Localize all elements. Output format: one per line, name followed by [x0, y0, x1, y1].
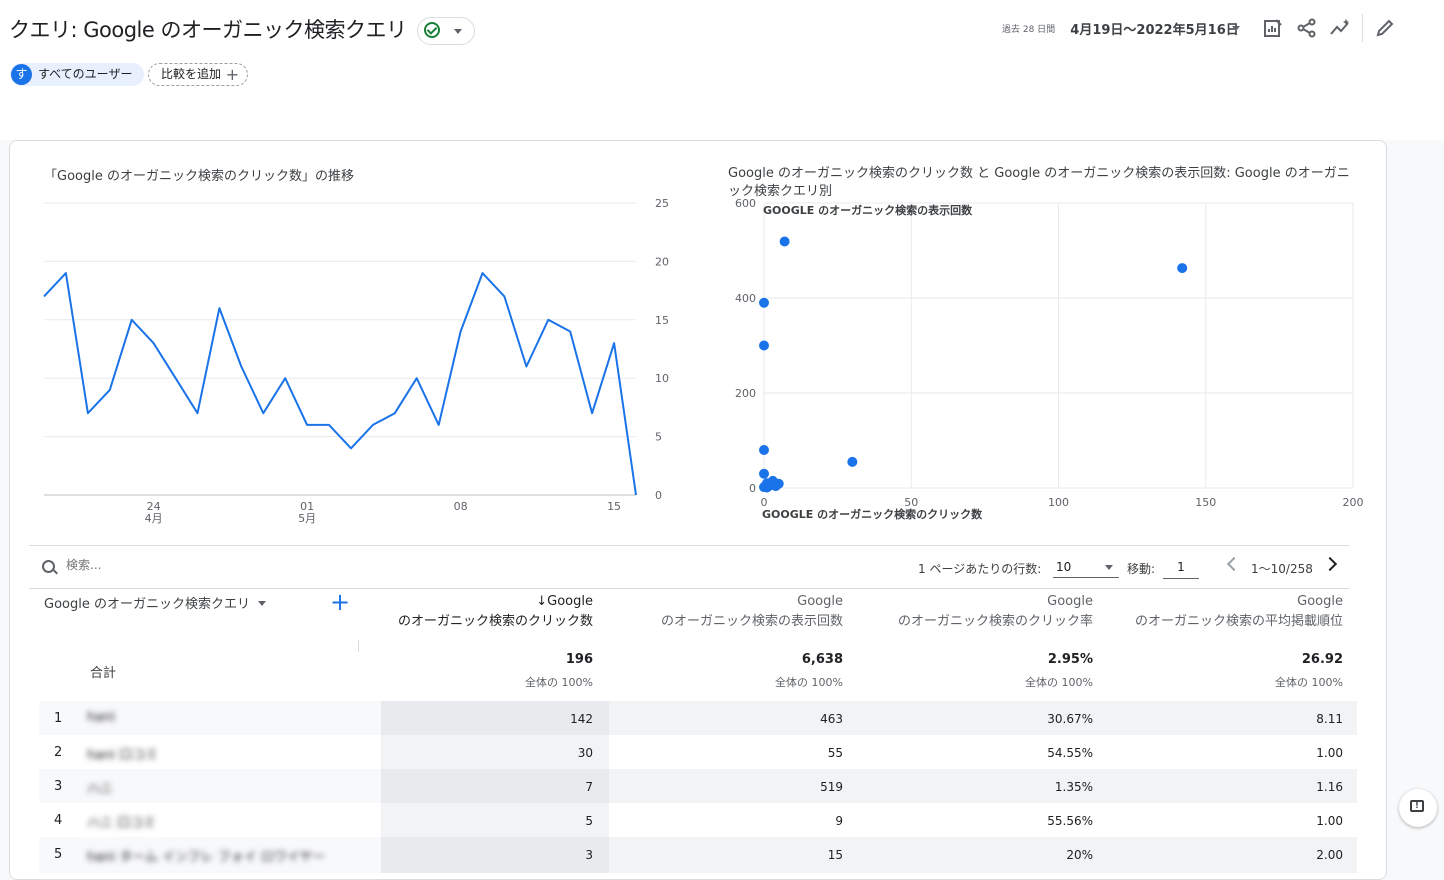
- row-position: 1.00: [1316, 814, 1343, 828]
- total-position-share: 全体の 100%: [1275, 676, 1343, 689]
- scatter-point: [759, 468, 769, 479]
- total-impressions: 6,638: [801, 652, 843, 667]
- feedback-icon: !: [1410, 800, 1424, 812]
- col-header-ctr-line1: Google: [1047, 594, 1093, 609]
- scatter-point: [779, 236, 790, 247]
- row-impressions: 463: [820, 712, 843, 726]
- x-tick-label: 150: [1195, 496, 1216, 509]
- row-position: 1.00: [1316, 746, 1343, 760]
- row-ctr: 30.67%: [1047, 712, 1093, 726]
- table-row[interactable]: 4 ハニ 口コミ 5 9 55.56% 1.00: [39, 803, 1357, 837]
- col-header-position-line2: のオーガニック検索の平均掲載順位: [1134, 614, 1343, 629]
- col-header-position[interactable]: Google のオーガニック検索の平均掲載順位: [1093, 592, 1343, 632]
- total-clicks: 196: [565, 652, 593, 667]
- scatter-point: [770, 481, 781, 492]
- search-icon: [42, 560, 55, 573]
- y-tick-label: 600: [735, 197, 756, 210]
- x-axis-title: GOOGLE のオーガニック検索のクリック数: [762, 507, 983, 521]
- row-query[interactable]: hani: [87, 710, 115, 725]
- dimension-header-label: Google のオーガニック検索クエリ: [44, 597, 250, 612]
- row-clicks: 3: [585, 848, 593, 862]
- scatter-point: [759, 297, 769, 308]
- table-controls: 1 ページあたりの行数: 10 移動: 1 1～10/258: [29, 545, 1349, 589]
- row-index: 4: [54, 813, 63, 828]
- chevron-down-icon: [1105, 565, 1113, 570]
- row-clicks: 30: [577, 746, 593, 760]
- total-ctr: 2.95%: [1047, 652, 1093, 667]
- total-impressions-share: 全体の 100%: [775, 676, 843, 689]
- x-tick-label: 100: [1048, 496, 1069, 509]
- row-ctr: 54.55%: [1047, 746, 1093, 760]
- col-header-impressions[interactable]: Google のオーガニック検索の表示回数: [593, 592, 843, 632]
- total-clicks-share: 全体の 100%: [525, 676, 593, 689]
- row-ctr: 55.56%: [1047, 814, 1093, 828]
- row-position: 2.00: [1316, 848, 1343, 862]
- scatter-point: [759, 340, 769, 351]
- feedback-button[interactable]: !: [1399, 789, 1437, 827]
- goto-page-input[interactable]: 1: [1163, 556, 1199, 579]
- x-tick-label: 200: [1343, 496, 1364, 509]
- row-ctr: 20%: [1066, 848, 1093, 862]
- row-query[interactable]: ハニ: [87, 778, 113, 797]
- rows-per-page-label: 1 ページあたりの行数:: [918, 562, 1042, 576]
- scatter-point: [759, 445, 769, 455]
- row-position: 8.11: [1316, 712, 1343, 726]
- scatter-point: [1177, 263, 1188, 274]
- table-search-input[interactable]: [64, 557, 268, 573]
- col-header-clicks-line1: ↓Google: [536, 594, 593, 609]
- scatter-point: [761, 482, 772, 493]
- table-row[interactable]: 2 hani 口コミ 30 55 54.55% 1.00: [39, 735, 1357, 769]
- row-query[interactable]: hani ターム インフレ フォイ ロワイヤー: [87, 846, 325, 865]
- row-impressions: 15: [827, 848, 843, 862]
- col-header-position-line1: Google: [1297, 594, 1343, 609]
- y-axis-title: GOOGLE のオーガニック検索の表示回数: [763, 203, 973, 217]
- goto-label: 移動:: [1127, 562, 1156, 576]
- prev-page-icon[interactable]: [1226, 556, 1242, 572]
- col-header-impressions-line2: のオーガニック検索の表示回数: [660, 614, 843, 629]
- y-tick-label: 400: [735, 292, 756, 305]
- chevron-down-icon: [258, 601, 267, 606]
- rows-per-page-value: 10: [1056, 560, 1072, 574]
- row-index: 3: [54, 779, 63, 794]
- row-impressions: 519: [820, 780, 843, 794]
- table-row[interactable]: 3 ハニ 7 519 1.35% 1.16: [39, 769, 1357, 803]
- y-tick-label: 200: [735, 387, 756, 400]
- col-header-clicks-line2: のオーガニック検索のクリック数: [397, 614, 593, 629]
- table-row[interactable]: 5 hani ターム インフレ フォイ ロワイヤー 3 15 20% 2.00: [39, 837, 1357, 873]
- row-index: 5: [54, 847, 63, 862]
- row-position: 1.16: [1316, 780, 1343, 794]
- totals-label: 合計: [90, 666, 117, 681]
- row-index: 2: [54, 745, 63, 760]
- row-ctr: 1.35%: [1054, 780, 1093, 794]
- col-header-clicks[interactable]: ↓Google のオーガニック検索のクリック数: [343, 592, 593, 632]
- y-tick-label: 0: [749, 482, 756, 495]
- row-clicks: 7: [585, 780, 593, 794]
- row-impressions: 9: [835, 814, 843, 828]
- row-query[interactable]: hani 口コミ: [87, 744, 158, 763]
- total-ctr-share: 全体の 100%: [1025, 676, 1093, 689]
- table-row[interactable]: 1 hani 142 463 30.67% 8.11: [39, 701, 1357, 735]
- col-header-impressions-line1: Google: [797, 594, 843, 609]
- row-clicks: 142: [570, 712, 593, 726]
- next-page-icon[interactable]: [1322, 556, 1338, 572]
- row-index: 1: [54, 711, 63, 726]
- scatter-point: [847, 456, 858, 467]
- column-divider: [358, 640, 359, 652]
- row-impressions: 55: [827, 746, 843, 760]
- col-header-ctr-line2: のオーガニック検索のクリック率: [897, 614, 1093, 629]
- rows-per-page-select[interactable]: 10: [1053, 556, 1119, 578]
- row-query[interactable]: ハニ 口コミ: [87, 812, 156, 831]
- page-info: 1～10/258: [1251, 562, 1313, 576]
- row-clicks: 5: [585, 814, 593, 828]
- col-header-ctr[interactable]: Google のオーガニック検索のクリック率: [843, 592, 1093, 632]
- total-position: 26.92: [1301, 652, 1343, 667]
- dimension-header[interactable]: Google のオーガニック検索クエリ: [44, 593, 267, 612]
